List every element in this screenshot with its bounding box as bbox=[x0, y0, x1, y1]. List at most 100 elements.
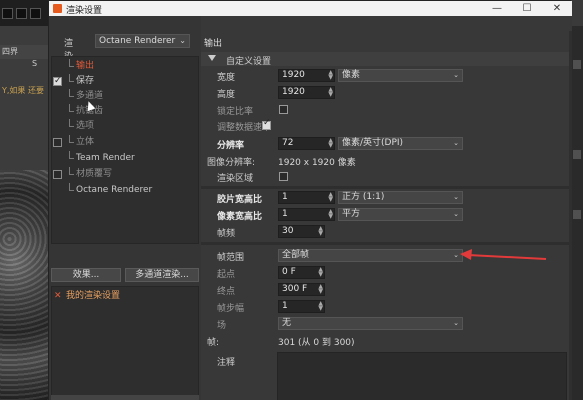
end-input[interactable]: 300 F ▲ ▼ bbox=[278, 283, 325, 296]
play-icon[interactable] bbox=[16, 8, 27, 19]
tree-line bbox=[69, 119, 74, 127]
save-checkbox[interactable] bbox=[53, 74, 62, 89]
frame-rate-input[interactable]: 30 ▲ ▼ bbox=[278, 225, 325, 238]
spinner-icon[interactable]: ▲ ▼ bbox=[328, 209, 333, 220]
start-value: 0 F bbox=[282, 267, 296, 277]
resolution-input[interactable]: 72 ▲ ▼ bbox=[278, 137, 335, 150]
pixel-aspect-select[interactable]: 平方 ⌄ bbox=[338, 208, 463, 221]
background-side-button[interactable] bbox=[573, 150, 581, 159]
minimize-button[interactable]: — bbox=[482, 1, 512, 16]
adjust-rate-checkbox[interactable] bbox=[262, 118, 271, 130]
height-label: 高度 bbox=[217, 90, 236, 100]
resolution-row: 分辨率 72 ▲ ▼ 像素/英寸(DPI) ⌄ bbox=[201, 136, 569, 151]
end-label: 终点 bbox=[217, 287, 236, 297]
render-settings-icon[interactable] bbox=[30, 8, 41, 19]
tree-item-save[interactable]: 保存 bbox=[52, 74, 198, 89]
frame-rate-value: 30 bbox=[282, 226, 294, 236]
frame-range-select[interactable]: 全部帧 ⌄ bbox=[278, 249, 463, 262]
tree-line bbox=[69, 104, 74, 112]
output-settings-panel: 输出 自定义设置 宽度 1920 ▲ ▼ 像素 ⌄ 高度 1920 ▲ ▼ 锁定比率 调整… bbox=[201, 16, 572, 400]
film-aspect-value: 1 bbox=[282, 192, 288, 202]
film-aspect-input[interactable]: 1 ▲ ▼ bbox=[278, 191, 335, 204]
spinner-icon[interactable]: ▲ ▼ bbox=[318, 284, 323, 295]
tree-item-stereo[interactable]: 立体 bbox=[52, 135, 198, 150]
tree-item-multipass[interactable]: 多通道 bbox=[52, 89, 198, 104]
spinner-icon[interactable]: ▲ ▼ bbox=[318, 301, 323, 312]
tree-item-team-render[interactable]: Team Render bbox=[52, 151, 198, 166]
pixel-aspect-value: 1 bbox=[282, 209, 288, 219]
render-settings-window: 渲染设置 — ☐ ✕ 渲染器 Octane Renderer ⌄ 输出 保存 bbox=[48, 0, 572, 400]
width-value: 1920 bbox=[282, 70, 305, 80]
preset-item[interactable]: ✕ 我的渲染设置 bbox=[52, 290, 198, 303]
width-input[interactable]: 1920 ▲ ▼ bbox=[278, 69, 335, 82]
tree-item-label: 保存 bbox=[76, 76, 95, 86]
frame-step-input[interactable]: 1 ▲ ▼ bbox=[278, 300, 325, 313]
spinner-icon[interactable]: ▲ ▼ bbox=[328, 87, 333, 98]
tree-line bbox=[69, 183, 74, 191]
tree-line bbox=[69, 89, 74, 97]
window-title: 渲染设置 bbox=[66, 6, 103, 16]
render-presets-list: ✕ 我的渲染设置 bbox=[51, 286, 199, 400]
scrollbar[interactable] bbox=[569, 31, 572, 400]
title-bar[interactable]: 渲染设置 — ☐ ✕ bbox=[49, 1, 572, 16]
tree-item-octane-renderer[interactable]: Octane Renderer bbox=[52, 183, 198, 198]
tree-item-material-override[interactable]: 材质覆写 bbox=[52, 167, 198, 182]
multipass-render-button[interactable]: 多通道渲染... bbox=[125, 268, 199, 282]
field-row: 场 无 ⌄ bbox=[201, 316, 569, 331]
width-row: 宽度 1920 ▲ ▼ 像素 ⌄ bbox=[201, 68, 569, 83]
tree-item-antialiasing[interactable]: 抗锯齿 bbox=[52, 104, 198, 119]
render-region-checkbox[interactable] bbox=[279, 172, 288, 181]
tree-item-output[interactable]: 输出 bbox=[52, 59, 198, 74]
chevron-down-icon: ⌄ bbox=[179, 36, 186, 45]
settings-sidebar: 渲染器 Octane Renderer ⌄ 输出 保存 多通道 抗 bbox=[49, 16, 201, 400]
pixel-aspect-input[interactable]: 1 ▲ ▼ bbox=[278, 208, 335, 221]
custom-settings-group[interactable]: 自定义设置 bbox=[201, 52, 569, 67]
height-row: 高度 1920 ▲ ▼ bbox=[201, 85, 569, 100]
pixel-aspect-preset: 平方 bbox=[342, 209, 361, 219]
frame-step-label: 帧步幅 bbox=[217, 304, 245, 314]
notes-label: 注释 bbox=[217, 358, 236, 368]
render-settings-button[interactable] bbox=[51, 395, 199, 400]
spinner-icon[interactable]: ▲ ▼ bbox=[318, 267, 323, 278]
tree-item-options[interactable]: 选项 bbox=[52, 119, 198, 134]
tree-item-label: 立体 bbox=[76, 137, 95, 147]
render-region-row: 渲染区域 bbox=[201, 169, 569, 184]
start-input[interactable]: 0 F ▲ ▼ bbox=[278, 266, 325, 279]
image-resolution-row: 图像分辨率: 1920 x 1920 像素 bbox=[201, 153, 569, 168]
background-side-button[interactable] bbox=[573, 60, 581, 69]
height-input[interactable]: 1920 ▲ ▼ bbox=[278, 86, 335, 99]
film-aspect-row: 胶片宽高比 1 ▲ ▼ 正方 (1:1) ⌄ bbox=[201, 190, 569, 205]
notes-textarea[interactable] bbox=[277, 352, 567, 400]
lock-ratio-label: 锁定比率 bbox=[217, 107, 254, 117]
width-unit-select[interactable]: 像素 ⌄ bbox=[338, 69, 463, 82]
tree-item-label: 选项 bbox=[76, 121, 95, 131]
divider bbox=[201, 186, 569, 189]
field-label: 场 bbox=[217, 321, 227, 331]
resolution-unit-select[interactable]: 像素/英寸(DPI) ⌄ bbox=[338, 137, 463, 150]
film-aspect-preset: 正方 (1:1) bbox=[342, 192, 385, 202]
maximize-button[interactable]: ☐ bbox=[512, 1, 542, 16]
render-view-icon[interactable] bbox=[2, 8, 13, 19]
spinner-icon[interactable]: ▲ ▼ bbox=[328, 138, 333, 149]
effects-button[interactable]: 效果... bbox=[51, 268, 121, 282]
close-button[interactable]: ✕ bbox=[542, 1, 572, 16]
spinner-icon[interactable]: ▲ ▼ bbox=[328, 192, 333, 203]
field-select[interactable]: 无 ⌄ bbox=[278, 317, 463, 330]
frame-range-value: 全部帧 bbox=[282, 250, 310, 260]
film-aspect-select[interactable]: 正方 (1:1) ⌄ bbox=[338, 191, 463, 204]
settings-tree: 输出 保存 多通道 抗锯齿 选项 立体 bbox=[51, 56, 199, 244]
frame-step-value: 1 bbox=[282, 301, 288, 311]
lock-ratio-checkbox[interactable] bbox=[279, 105, 288, 114]
close-icon[interactable]: ✕ bbox=[54, 290, 62, 303]
frames-row: 帧: 301 (从 0 到 300) bbox=[201, 333, 569, 348]
spinner-icon[interactable]: ▲ ▼ bbox=[318, 226, 323, 237]
chevron-down-icon: ⌄ bbox=[453, 139, 459, 147]
background-side-button[interactable] bbox=[573, 210, 581, 219]
material-override-checkbox[interactable] bbox=[53, 170, 62, 179]
start-label: 起点 bbox=[217, 270, 236, 280]
adjust-rate-row: 调整数据速率 bbox=[201, 118, 569, 133]
renderer-select[interactable]: Octane Renderer ⌄ bbox=[95, 34, 190, 48]
renderer-value: Octane Renderer bbox=[99, 36, 176, 46]
stereo-checkbox[interactable] bbox=[53, 138, 62, 147]
spinner-icon[interactable]: ▲ ▼ bbox=[328, 70, 333, 81]
